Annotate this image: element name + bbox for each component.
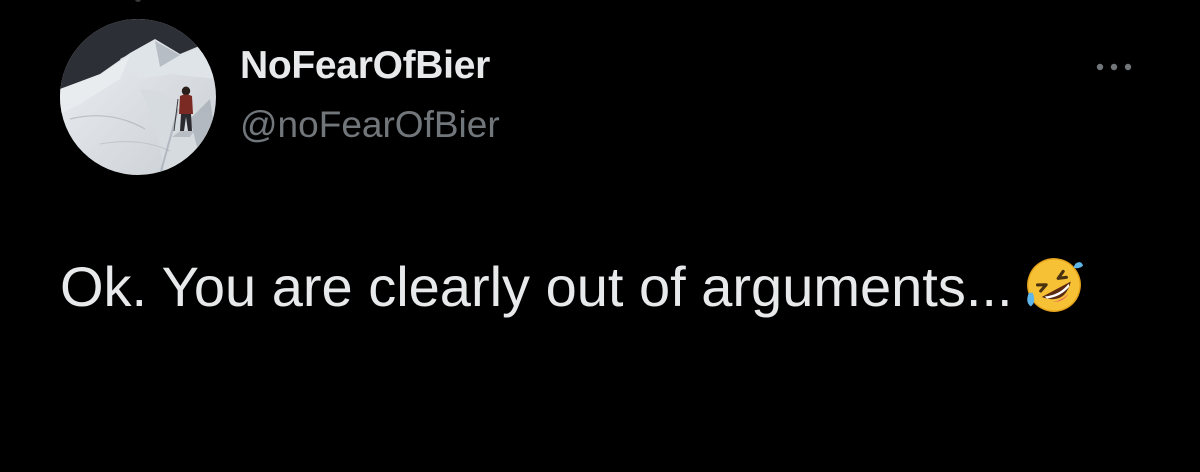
display-name[interactable]: NoFearOfBier <box>240 44 490 88</box>
thread-connector <box>135 0 141 2</box>
avatar[interactable] <box>60 19 216 175</box>
tweet-text: Ok. You are clearly out of arguments... <box>60 250 1120 323</box>
tweet: NoFearOfBier @noFearOfBier Ok. You are c… <box>0 0 1200 472</box>
ellipsis-icon <box>1096 63 1132 71</box>
user-handle[interactable]: @noFearOfBier <box>240 104 500 146</box>
rolling-on-the-floor-laughing-emoji-icon <box>1026 258 1083 312</box>
more-options-button[interactable] <box>1088 52 1140 82</box>
snow-mountain-hiker-avatar-icon <box>60 19 216 175</box>
tweet-body: Ok. You are clearly out of arguments... <box>60 255 1013 318</box>
